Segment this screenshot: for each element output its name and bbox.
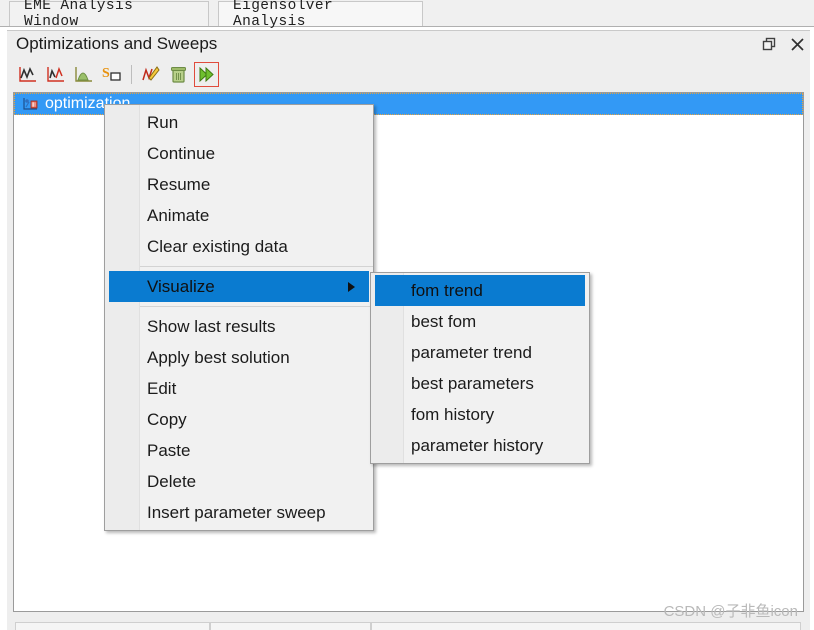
submenu-item-label: parameter history bbox=[411, 435, 544, 455]
menu-item-label: Run bbox=[147, 112, 179, 132]
visualize-submenu: fom trend best fom parameter trend best … bbox=[370, 272, 590, 464]
status-cell-1 bbox=[15, 622, 210, 630]
menu-item-label: Edit bbox=[147, 378, 177, 398]
menu-item-animate[interactable]: Animate bbox=[105, 200, 373, 231]
tab-eme-analysis-window[interactable]: EME Analysis Window bbox=[9, 0, 209, 30]
menu-item-label: Show last results bbox=[147, 316, 276, 336]
menu-item-apply-best-solution[interactable]: Apply best solution bbox=[105, 342, 373, 373]
submenu-item-label: best fom bbox=[411, 311, 477, 331]
submenu-item-best-fom[interactable]: best fom bbox=[371, 306, 589, 337]
submenu-item-parameter-trend[interactable]: parameter trend bbox=[371, 337, 589, 368]
toolbar-separator bbox=[131, 64, 132, 84]
submenu-item-parameter-history[interactable]: parameter history bbox=[371, 430, 589, 461]
add-montecarlo-icon[interactable] bbox=[71, 62, 96, 87]
submenu-item-fom-history[interactable]: fom history bbox=[371, 399, 589, 430]
context-menu: Run Continue Resume Animate Clear existi… bbox=[104, 104, 374, 531]
menu-item-continue[interactable]: Continue bbox=[105, 138, 373, 169]
menu-item-paste[interactable]: Paste bbox=[105, 435, 373, 466]
add-sweep-icon[interactable] bbox=[43, 62, 68, 87]
menu-item-label: Copy bbox=[147, 409, 187, 429]
submenu-item-label: best parameters bbox=[411, 373, 534, 393]
tab-strip: EME Analysis Window Eigensolver Analysis bbox=[0, 0, 814, 30]
menu-item-label: Insert parameter sweep bbox=[147, 502, 326, 522]
optimization-icon bbox=[23, 96, 39, 112]
menu-item-resume[interactable]: Resume bbox=[105, 169, 373, 200]
restore-icon[interactable] bbox=[760, 35, 778, 53]
menu-separator bbox=[139, 266, 373, 267]
close-icon[interactable] bbox=[788, 35, 806, 53]
menu-item-label: Animate bbox=[147, 205, 210, 225]
menu-item-label: Delete bbox=[147, 471, 197, 491]
menu-separator bbox=[139, 306, 373, 307]
menu-item-label: Paste bbox=[147, 440, 191, 460]
menu-item-insert-parameter-sweep[interactable]: Insert parameter sweep bbox=[105, 497, 373, 528]
status-cell-3 bbox=[371, 622, 801, 630]
watermark: CSDN @子非鱼icon bbox=[663, 603, 798, 620]
menu-item-delete[interactable]: Delete bbox=[105, 466, 373, 497]
panel-header: Optimizations and Sweeps bbox=[7, 30, 810, 58]
tab-eigensolver-analysis[interactable]: Eigensolver Analysis bbox=[218, 0, 423, 30]
menu-item-copy[interactable]: Copy bbox=[105, 404, 373, 435]
menu-item-label: Apply best solution bbox=[147, 347, 290, 367]
menu-item-show-last-results[interactable]: Show last results bbox=[105, 311, 373, 342]
edit-icon[interactable] bbox=[138, 62, 163, 87]
submenu-item-label: fom history bbox=[411, 404, 495, 424]
application-window: EME Analysis Window Eigensolver Analysis… bbox=[0, 0, 814, 630]
add-optimization-icon[interactable] bbox=[15, 62, 40, 87]
add-smatrix-sweep-icon[interactable]: S bbox=[99, 62, 124, 87]
tab-label: EME Analysis Window bbox=[24, 0, 134, 30]
status-bar bbox=[7, 621, 810, 630]
chevron-right-icon bbox=[348, 281, 355, 292]
panel-window-buttons bbox=[760, 35, 806, 53]
submenu-item-best-parameters[interactable]: best parameters bbox=[371, 368, 589, 399]
page-title: Optimizations and Sweeps bbox=[16, 34, 218, 53]
menu-item-clear-existing-data[interactable]: Clear existing data bbox=[105, 231, 373, 262]
menu-item-label: Resume bbox=[147, 174, 211, 194]
status-cell-2 bbox=[210, 622, 371, 630]
svg-text:S: S bbox=[102, 66, 110, 81]
submenu-item-label: parameter trend bbox=[411, 342, 532, 362]
submenu-item-fom-trend[interactable]: fom trend bbox=[375, 275, 585, 306]
menu-item-label: Continue bbox=[147, 143, 216, 163]
menu-item-visualize[interactable]: Visualize bbox=[109, 271, 369, 302]
panel-toolbar: S bbox=[7, 58, 810, 90]
menu-item-label: Clear existing data bbox=[147, 236, 288, 256]
tab-label: Eigensolver Analysis bbox=[233, 0, 334, 30]
run-icon[interactable] bbox=[194, 61, 219, 87]
menu-item-run[interactable]: Run bbox=[105, 107, 373, 138]
menu-item-label: Visualize bbox=[147, 276, 215, 296]
submenu-item-label: fom trend bbox=[411, 280, 483, 300]
delete-icon[interactable] bbox=[166, 62, 191, 87]
menu-item-edit[interactable]: Edit bbox=[105, 373, 373, 404]
